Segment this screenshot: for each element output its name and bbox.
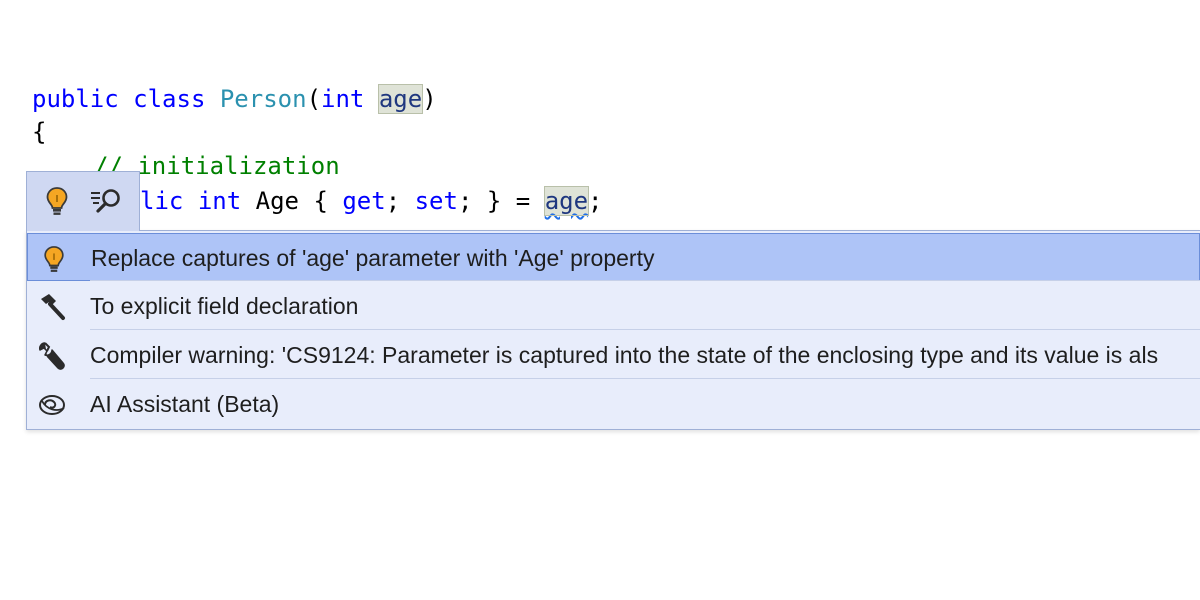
type-name-person: Person [219, 85, 307, 113]
quick-actions-menu: Replace captures of 'age' parameter with… [26, 230, 1200, 430]
open-paren: ( [306, 85, 322, 113]
keyword-set: set [414, 187, 458, 215]
open-brace: { [32, 118, 47, 146]
keyword-int: int [321, 85, 365, 113]
code-line-property[interactable]: lic int Age { get; set; } = age; [140, 184, 603, 218]
hammer-icon [37, 292, 65, 320]
semicolon: ; [385, 187, 401, 215]
menu-item-ai-assistant[interactable]: AI Assistant (Beta) [27, 380, 1200, 428]
menu-item-explicit-field[interactable]: To explicit field declaration [27, 282, 1200, 330]
menu-item-label: AI Assistant (Beta) [90, 391, 280, 417]
equals-sign: = [515, 187, 531, 215]
menu-item-compiler-warning[interactable]: Compiler warning: 'CS9124: Parameter is … [27, 331, 1200, 379]
keyword-public: public [32, 85, 119, 113]
parameter-age-highlighted[interactable]: age [377, 84, 424, 114]
parameter-age-reference-warning[interactable]: age [543, 186, 590, 216]
code-line-class-declaration[interactable]: public class Person(int age) [32, 82, 437, 116]
menu-item-label: To explicit field declaration [90, 293, 359, 319]
quick-actions-tab[interactable] [26, 171, 140, 231]
menu-separator [90, 329, 1200, 330]
menu-item-label: Compiler warning: 'CS9124: Parameter is … [90, 342, 1159, 368]
ai-assistant-icon [37, 390, 65, 418]
semicolon: ; [588, 187, 603, 215]
menu-item-label: Replace captures of 'age' parameter with… [91, 245, 655, 271]
property-close-brace: } [486, 187, 502, 215]
close-paren: ) [422, 85, 437, 113]
menu-separator [90, 280, 1200, 281]
lightbulb-icon [41, 244, 69, 272]
wrench-icon [37, 341, 65, 370]
menu-item-replace-captures[interactable]: Replace captures of 'age' parameter with… [27, 233, 1200, 281]
code-line-open-brace[interactable]: { [32, 115, 46, 149]
property-name-age: Age [255, 187, 299, 215]
keyword-int: int [197, 187, 242, 215]
keyword-get: get [342, 187, 386, 215]
keyword-public-partial: lic [140, 187, 184, 215]
property-open-brace: { [313, 187, 328, 215]
keyword-class: class [133, 85, 206, 113]
semicolon: ; [457, 187, 473, 215]
lightbulb-icon[interactable] [43, 186, 71, 220]
menu-separator [90, 378, 1200, 379]
search-actions-icon[interactable] [89, 187, 123, 219]
